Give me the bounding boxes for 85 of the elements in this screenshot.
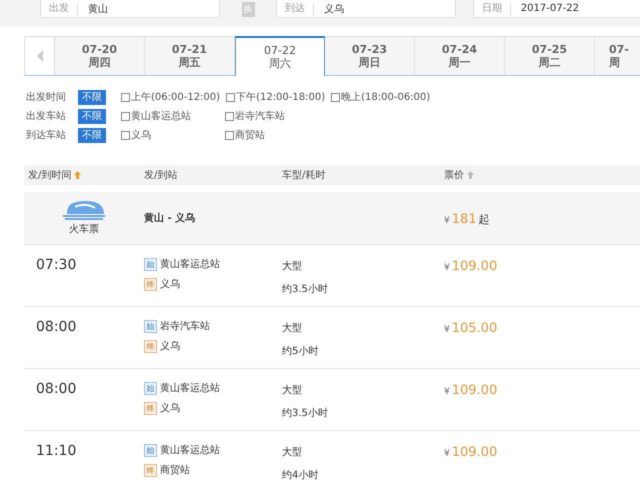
duration: 约3.5小时 (282, 406, 329, 420)
departure-time: 08:00 (36, 381, 76, 397)
price: 109.00 (452, 259, 498, 274)
date-tab[interactable]: 07-24 周一 (415, 36, 505, 75)
price: 109.00 (452, 445, 498, 460)
train-ticket-label: 火车票 (69, 222, 99, 236)
duration: 约3.5小时 (282, 282, 329, 296)
price: 181 (452, 212, 477, 226)
field-label: 到达 (277, 2, 314, 14)
arrival-station: 义乌 (160, 278, 180, 291)
bus-type: 大型 (282, 384, 303, 397)
any-filter-button[interactable]: 不限 (78, 90, 106, 104)
departure-station: 岩寺汽车站 (160, 320, 210, 333)
any-filter-button[interactable]: 不限 (78, 128, 106, 142)
date-tab[interactable]: 07-23 周日 (325, 36, 415, 75)
date-tab[interactable]: 07-21 周五 (145, 36, 235, 75)
sort-arrow-icon[interactable] (74, 171, 82, 179)
field-value: 义乌 (323, 2, 344, 16)
currency-symbol: ¥ (444, 449, 450, 459)
checkbox-label: 上午(06:00-12:00) (131, 90, 220, 104)
checkbox[interactable] (121, 130, 130, 140)
departure-station: 黄山客运总站 (160, 382, 220, 395)
bus-type: 大型 (282, 322, 303, 335)
checkbox[interactable] (225, 130, 234, 140)
checkbox[interactable] (225, 112, 234, 120)
any-filter-button[interactable]: 不限 (78, 108, 106, 124)
end-tag: 终 (144, 464, 157, 476)
left-triangle-icon (36, 50, 42, 62)
arrival-field[interactable]: 到达 义乌 (276, 0, 456, 18)
departure-station: 黄山客运总站 (160, 444, 220, 457)
field-value: 黄山 (87, 2, 108, 16)
field-label: 日期 (474, 2, 511, 14)
price-suffix: 起 (478, 212, 490, 226)
currency-symbol: ¥ (444, 263, 450, 273)
column-header: 发/到站 (144, 170, 178, 181)
field-label: 出发 (41, 2, 78, 14)
checkbox-label: 晚上(18:00-06:00) (341, 90, 430, 104)
checkbox[interactable] (121, 112, 130, 120)
train-icon (63, 200, 105, 220)
bus-type: 大型 (282, 260, 303, 273)
arrival-station: 义乌 (160, 402, 180, 415)
route-text: 黄山 - 义乌 (144, 211, 196, 225)
price: 105.00 (452, 321, 498, 336)
checkbox-label: 下午(12:00-18:00) (236, 91, 326, 104)
duration: 约5小时 (282, 344, 320, 358)
currency-symbol: ¥ (444, 387, 450, 397)
end-tag: 终 (144, 278, 157, 290)
checkbox[interactable] (121, 92, 130, 102)
end-tag: 终 (144, 402, 157, 414)
checkbox-label: 岩寺汽车站 (235, 110, 285, 123)
start-tag: 始 (144, 444, 157, 456)
currency-symbol: ¥ (444, 325, 450, 335)
start-tag: 始 (144, 382, 157, 394)
date-tab[interactable]: 07-25 周二 (505, 36, 595, 75)
field-value: 2017-07-22 (520, 3, 579, 14)
column-header: 车型/耗时 (282, 170, 326, 181)
date-tab[interactable]: 07-20 周四 (55, 36, 145, 75)
departure-time: 07:30 (36, 257, 76, 273)
date-tab[interactable]: 07-22 周六 (235, 36, 325, 76)
checkbox-label: 商贸站 (235, 128, 265, 142)
arrival-station: 商贸站 (160, 464, 190, 477)
filter-label: 出发时间 (26, 90, 67, 104)
end-tag: 终 (144, 340, 157, 352)
train-ticket-row[interactable]: 火车票 黄山 - 义乌 ¥181 起 (24, 192, 640, 245)
departure-station: 黄山客运总站 (160, 258, 220, 271)
checkbox-label: 黄山客运总站 (131, 110, 191, 123)
currency-symbol: ¥ (444, 216, 450, 226)
price: 109.00 (452, 383, 498, 398)
duration: 约4小时 (282, 468, 320, 480)
bus-type: 大型 (282, 446, 303, 459)
checkbox[interactable] (226, 92, 236, 102)
arrival-station: 义乌 (160, 340, 180, 353)
departure-field[interactable]: 出发 黄山 (40, 0, 220, 18)
checkbox[interactable] (331, 92, 340, 102)
date-tab[interactable]: 07- 周 (595, 36, 640, 75)
departure-time: 11:10 (36, 443, 76, 459)
checkbox-label: 义乌 (131, 128, 151, 142)
date-field[interactable]: 日期 2017-07-22 (472, 0, 640, 18)
filter-label: 出发车站 (26, 110, 67, 123)
filter-label: 到达车站 (26, 128, 67, 142)
start-tag: 始 (144, 320, 157, 332)
column-header[interactable]: 发/到时间 (28, 168, 72, 182)
departure-time: 08:00 (36, 319, 76, 335)
start-tag: 始 (144, 258, 157, 270)
column-header[interactable]: 票价 (444, 168, 464, 182)
